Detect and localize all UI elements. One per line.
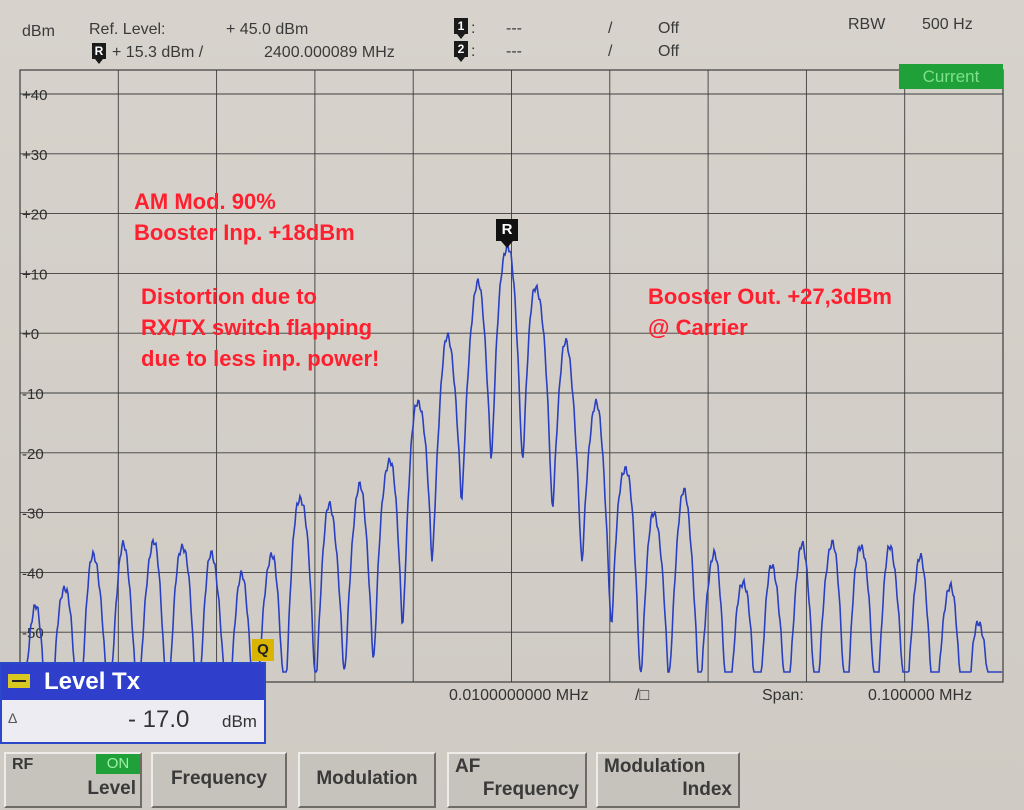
peak-point — [860, 542, 862, 544]
peak-point — [418, 398, 420, 400]
rf-state-badge: ON — [96, 754, 140, 774]
modulation-index-bottom: Index — [682, 779, 732, 800]
delta-icon: Δ — [8, 710, 18, 726]
peak-point — [978, 619, 980, 621]
modulation-softkey[interactable]: Modulation — [298, 752, 436, 808]
y-tick-label: +20 — [22, 207, 47, 224]
q-marker[interactable]: Q — [252, 639, 274, 661]
peak-point — [447, 338, 449, 340]
peak-point — [123, 547, 125, 549]
peak-point — [919, 559, 921, 561]
peak-point — [801, 547, 803, 549]
modulation-label: Modulation — [316, 768, 418, 789]
reference-marker[interactable]: R — [496, 219, 518, 248]
peak-point — [329, 506, 331, 508]
y-axis-ticks: +40+30+20+10+0-10-20-30-40-50 — [22, 87, 47, 642]
peak-point — [270, 553, 272, 555]
peak-point — [595, 404, 597, 406]
af-frequency-label: Frequency — [482, 779, 579, 800]
af-label: AF — [455, 756, 481, 777]
center-frequency: 0.0100000000 MHz — [449, 687, 589, 704]
span-value: 0.100000 MHz — [868, 687, 973, 704]
peak-point — [93, 553, 95, 555]
peak-point — [831, 542, 833, 544]
annotation-line: @ Carrier — [648, 315, 748, 340]
y-tick-label: +30 — [22, 147, 47, 164]
y-tick-label: -10 — [22, 386, 44, 403]
peak-point — [152, 542, 154, 544]
peak-point — [34, 607, 36, 609]
level-tx-titlebar: Level Tx — [2, 664, 264, 700]
peak-point — [359, 488, 361, 490]
peak-point — [772, 565, 774, 567]
rf-level-label: Level — [87, 778, 136, 799]
annotation-line: Booster Out. +27,3dBm — [648, 284, 892, 309]
annotation-line: Distortion due to — [141, 284, 317, 309]
peak-point — [683, 494, 685, 496]
af-frequency-softkey[interactable]: AF Frequency — [447, 752, 587, 808]
peak-point — [949, 583, 951, 585]
modulation-index-softkey[interactable]: Modulation Index — [596, 752, 740, 808]
rf-label: RF — [12, 756, 34, 773]
span-label: Span: — [762, 687, 804, 704]
y-tick-label: +10 — [22, 266, 47, 283]
status-badge: Current — [899, 64, 1003, 89]
frequency-label: Frequency — [170, 768, 268, 789]
level-tx-unit: dBm — [222, 712, 257, 731]
peak-point — [890, 547, 892, 549]
grid — [19, 69, 1004, 683]
peak-point — [182, 542, 184, 544]
modulation-index-top: Modulation — [604, 756, 706, 777]
annotation-line: Booster Inp. +18dBm — [134, 220, 355, 245]
y-tick-label: -30 — [22, 506, 44, 523]
peak-point — [211, 553, 213, 555]
peak-point — [654, 512, 656, 514]
annotation-line: RX/TX switch flapping — [141, 315, 373, 340]
level-tx-title: Level Tx — [44, 668, 141, 695]
peak-point — [742, 577, 744, 579]
y-tick-label: +40 — [22, 87, 47, 104]
frequency-softkey[interactable]: Frequency — [151, 752, 287, 808]
peak-point — [477, 284, 479, 286]
annotation-distortion: Distortion due to RX/TX switch flapping … — [141, 281, 379, 374]
peak-point — [388, 458, 390, 460]
level-tx-input[interactable]: - 17.0 — [128, 706, 189, 734]
analyzer-screen: dBm Ref. Level: + 45.0 dBm R + 15.3 dBm … — [0, 0, 1024, 810]
peak-point — [565, 344, 567, 346]
y-tick-label: -20 — [22, 446, 44, 463]
annotation-line: AM Mod. 90% — [134, 189, 276, 214]
peak-point — [241, 577, 243, 579]
peak-point — [624, 464, 626, 466]
annotation-am-mod: AM Mod. 90% Booster Inp. +18dBm — [134, 186, 355, 248]
annotation-booster-out: Booster Out. +27,3dBm @ Carrier — [648, 281, 892, 343]
y-tick-label: +0 — [22, 326, 39, 343]
level-tx-dialog[interactable]: Level Tx Δ - 17.0 dBm — [0, 662, 266, 744]
div-symbol: /□ — [635, 687, 650, 704]
peak-point — [536, 284, 538, 286]
peak-point — [64, 583, 66, 585]
peak-point — [713, 553, 715, 555]
peak-point — [300, 494, 302, 496]
y-tick-label: -40 — [22, 565, 44, 582]
annotation-line: due to less inp. power! — [141, 346, 380, 371]
minimize-icon[interactable] — [8, 674, 30, 688]
